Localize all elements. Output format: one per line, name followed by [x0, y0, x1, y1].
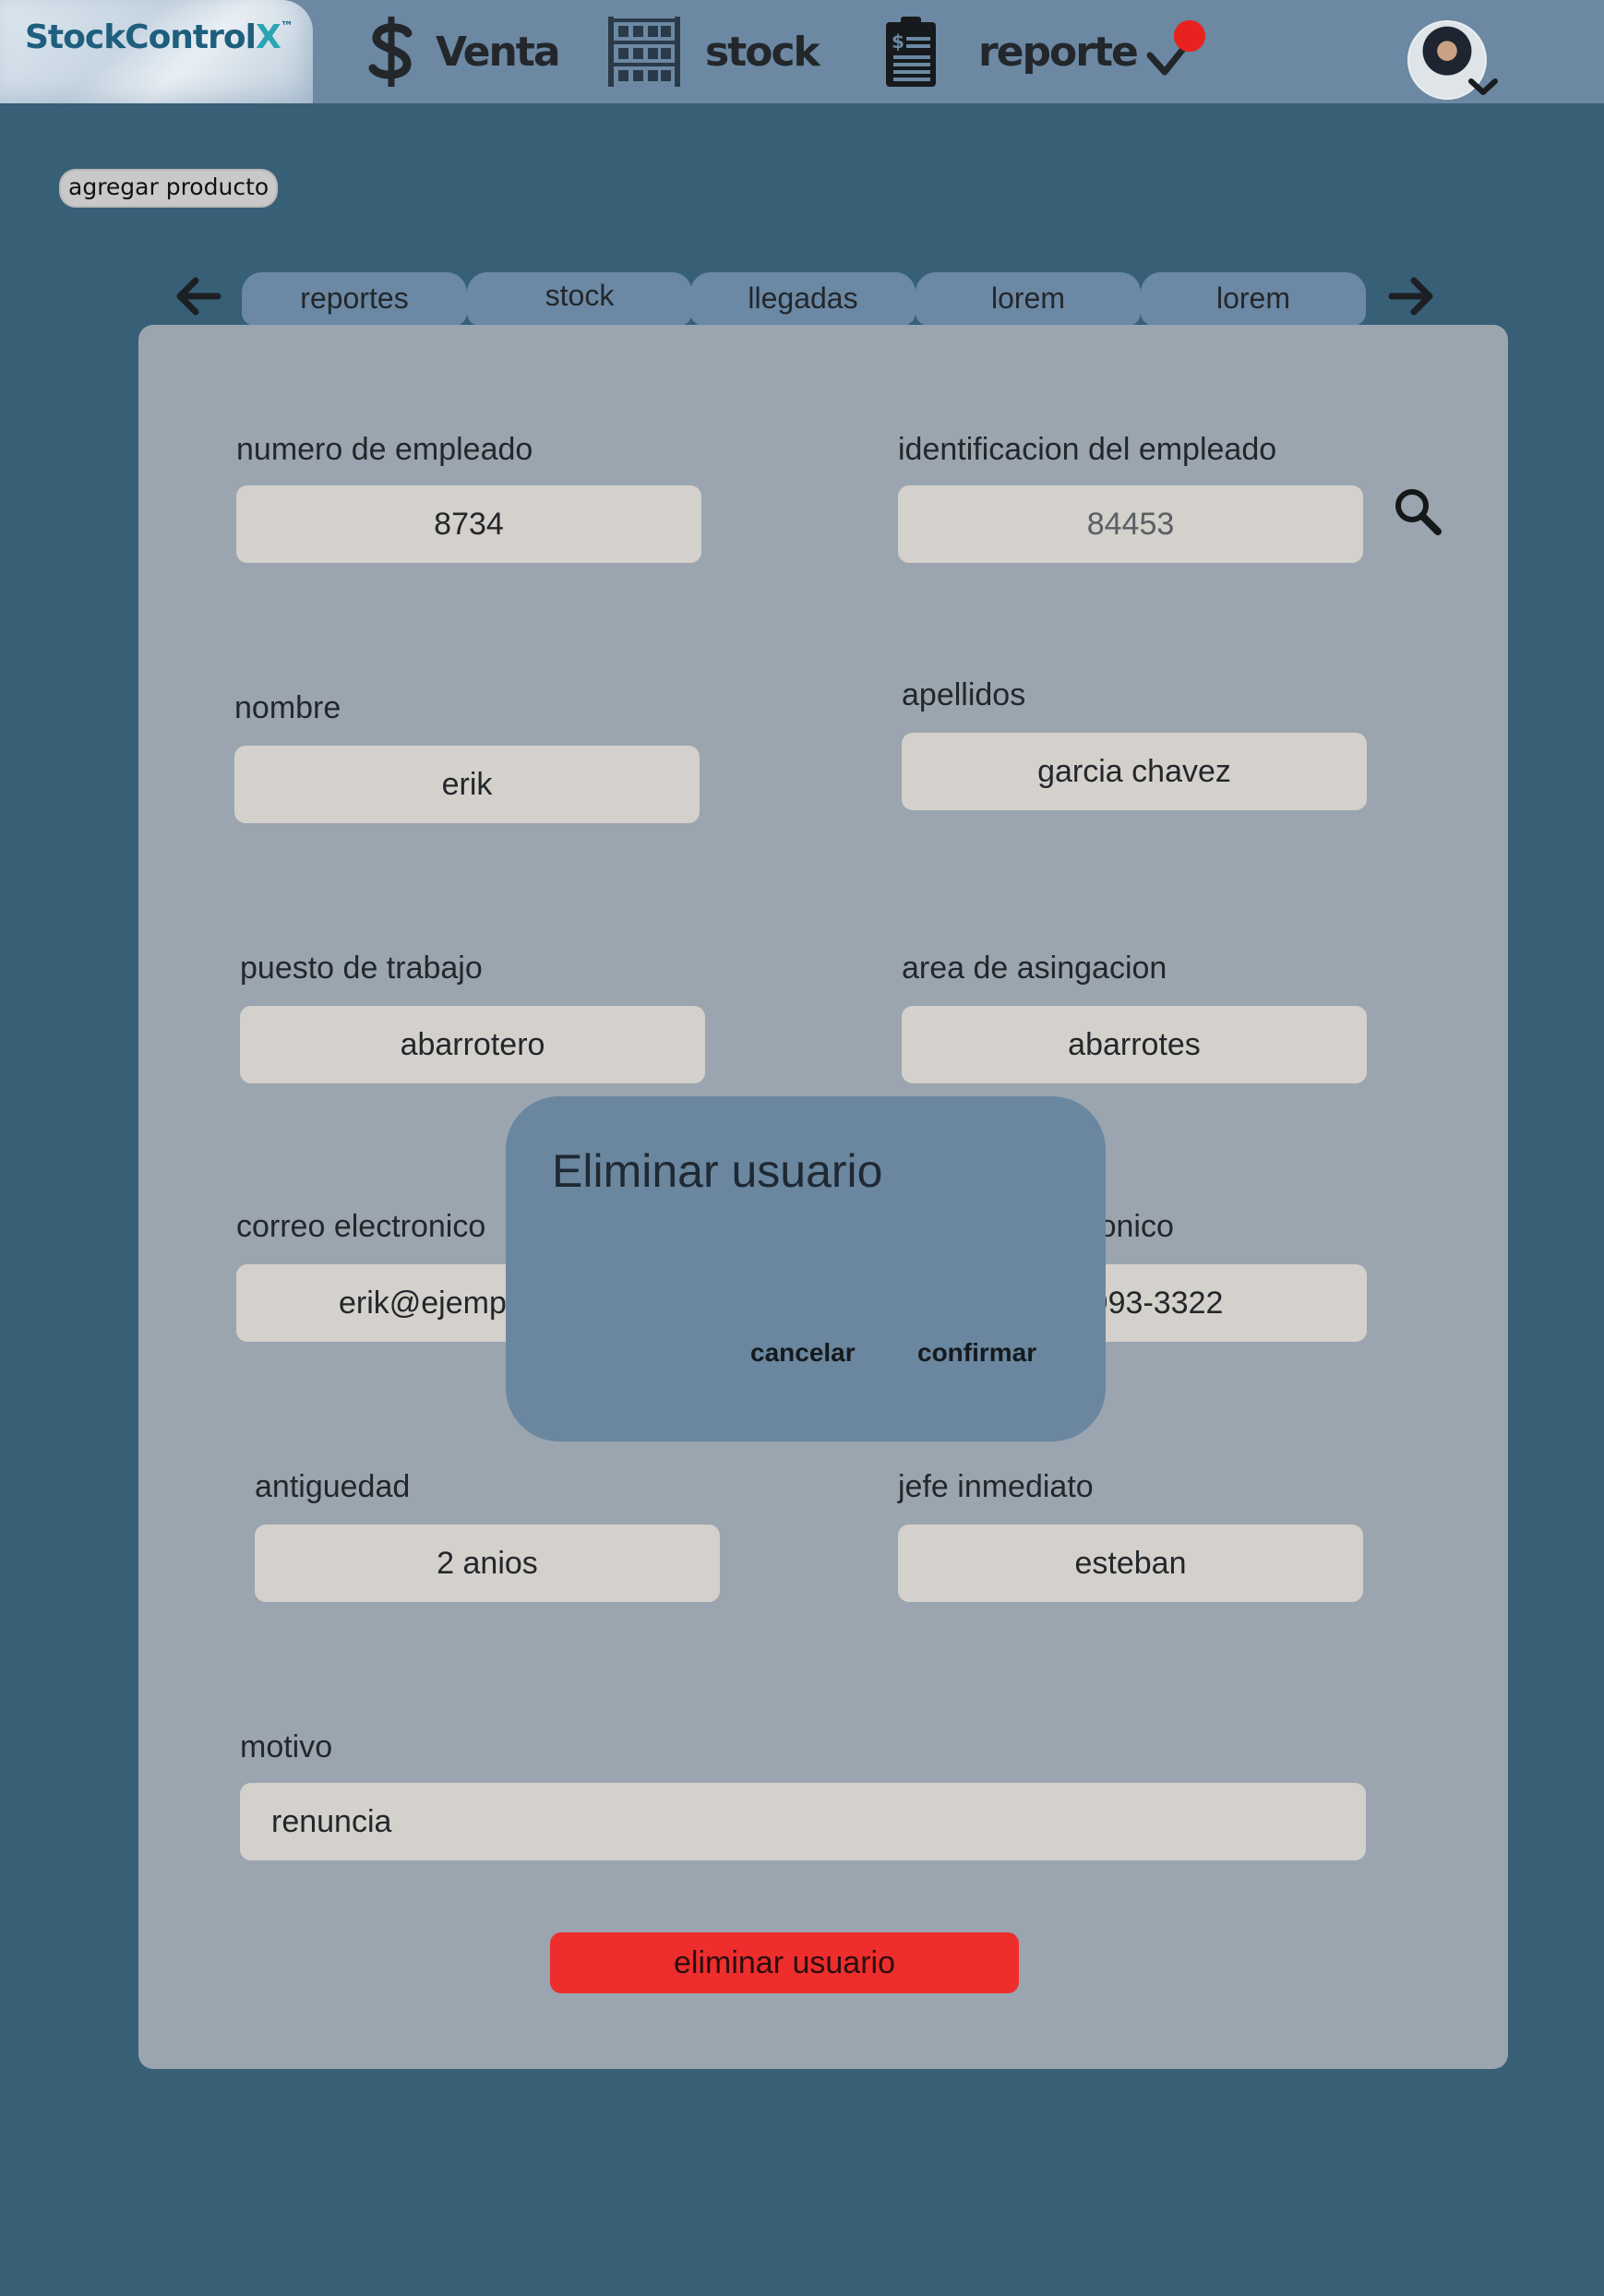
- nav-label-venta: Venta: [436, 28, 561, 76]
- search-icon[interactable]: [1392, 485, 1443, 537]
- confirm-button[interactable]: confirmar: [917, 1338, 1036, 1368]
- manager-label: jefe inmediato: [898, 1469, 1094, 1504]
- notification-badge: 0: [1174, 20, 1205, 52]
- dollar-icon: [368, 17, 413, 87]
- nav-label-stock: stock: [705, 28, 820, 76]
- arrow-left-icon[interactable]: [172, 271, 223, 321]
- email-label: correo electronico: [236, 1209, 486, 1244]
- reason-field[interactable]: renuncia: [240, 1783, 1366, 1860]
- svg-text:$: $: [892, 30, 904, 53]
- last-name-field[interactable]: garcia chavez: [902, 733, 1367, 810]
- nav-item-stock[interactable]: stock: [605, 13, 820, 90]
- first-name-label: nombre: [234, 690, 341, 725]
- cancel-button[interactable]: cancelar: [750, 1338, 856, 1368]
- employee-id-label: identificacion del empleado: [898, 432, 1277, 467]
- tab-reportes[interactable]: reportes: [242, 272, 467, 326]
- employee-number-label: numero de empleado: [236, 432, 533, 467]
- tab-llegadas[interactable]: llegadas: [690, 272, 916, 326]
- delete-user-button[interactable]: eliminar usuario: [550, 1932, 1019, 1993]
- shelves-icon: [608, 17, 680, 87]
- seniority-label: antiguedad: [255, 1469, 411, 1504]
- tab-lorem-2[interactable]: lorem: [1141, 272, 1366, 326]
- chevron-down-icon[interactable]: [1467, 76, 1499, 98]
- tab-lorem-1[interactable]: lorem: [916, 272, 1141, 326]
- seniority-field[interactable]: 2 anios: [255, 1525, 720, 1602]
- reason-label: motivo: [240, 1729, 333, 1764]
- add-product-button[interactable]: agregar producto: [59, 169, 279, 208]
- job-title-label: puesto de trabajo: [240, 951, 483, 986]
- logo-text: StockControlX™: [25, 18, 293, 56]
- clipboard-icon: $: [886, 17, 936, 87]
- top-navigation-bar: StockControlX™ Venta stock $ reporte 0: [0, 0, 1604, 103]
- nav-item-reporte[interactable]: $ reporte: [882, 13, 1139, 90]
- tab-stock[interactable]: stock: [467, 272, 692, 326]
- last-name-label: apellidos: [902, 677, 1026, 712]
- area-label: area de asingacion: [902, 951, 1167, 986]
- arrow-right-icon[interactable]: [1386, 271, 1438, 321]
- job-title-field[interactable]: abarrotero: [240, 1006, 705, 1083]
- app-logo[interactable]: StockControlX™: [0, 0, 313, 103]
- first-name-field[interactable]: erik: [234, 746, 700, 823]
- employee-number-field[interactable]: 8734: [236, 485, 701, 563]
- delete-user-dialog: Eliminar usuario cancelar confirmar: [506, 1096, 1106, 1441]
- nav-label-reporte: reporte: [978, 28, 1139, 76]
- employee-id-field[interactable]: 84453: [898, 485, 1363, 563]
- area-field[interactable]: abarrotes: [902, 1006, 1367, 1083]
- manager-field[interactable]: esteban: [898, 1525, 1363, 1602]
- nav-item-venta[interactable]: Venta: [364, 13, 561, 90]
- dialog-title: Eliminar usuario: [552, 1145, 883, 1197]
